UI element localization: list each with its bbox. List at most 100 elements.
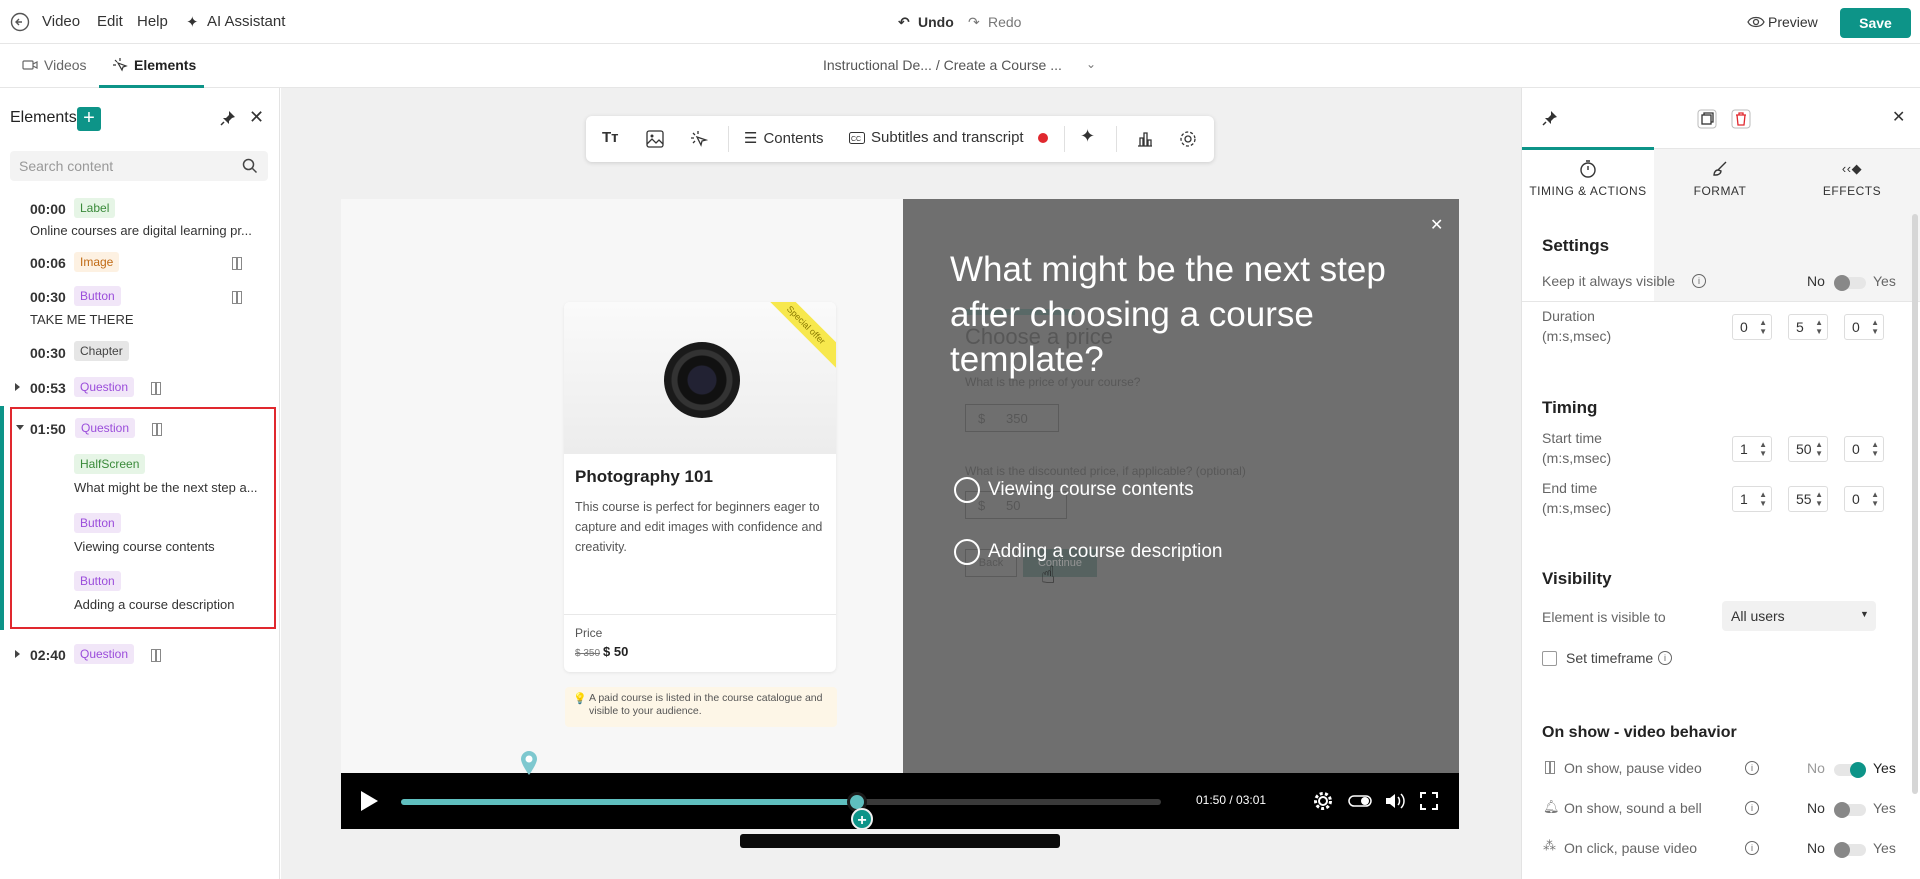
spin-arrows-icon[interactable]: ▲ ▼ <box>1871 318 1879 336</box>
close-icon[interactable]: ✕ <box>1892 107 1905 127</box>
spin-arrows-icon[interactable]: ▲ ▼ <box>1759 490 1767 508</box>
tab-timing-label: TIMING & ACTIONS <box>1529 184 1647 198</box>
brush-icon <box>1713 161 1727 176</box>
duplicate-icon[interactable] <box>1697 109 1717 129</box>
row-text[interactable]: Viewing course contents <box>74 539 215 554</box>
menu-edit[interactable]: Edit <box>97 13 123 30</box>
row-text[interactable]: What might be the next step a... <box>74 480 272 495</box>
pin-icon[interactable] <box>220 110 236 126</box>
end-time-label: End time (m:s,msec) <box>1542 480 1612 516</box>
scrollbar[interactable] <box>1912 214 1918 794</box>
pause-icon <box>150 382 162 395</box>
info-icon[interactable]: i <box>1745 841 1759 855</box>
radio-icon[interactable] <box>954 539 980 565</box>
bell-icon: 🔔︎ <box>1543 799 1560 814</box>
search-box[interactable]: Search content <box>10 151 268 181</box>
collapse-caret-icon[interactable] <box>16 425 24 430</box>
fullscreen-icon[interactable] <box>1420 792 1438 810</box>
end-msec-input[interactable]: 0 ▲ ▼ <box>1844 486 1884 512</box>
spin-value: 0 <box>1740 319 1748 335</box>
visible-to-select[interactable]: All users ▼ <box>1722 601 1876 631</box>
duration-msec-input[interactable]: 0 ▲ ▼ <box>1844 314 1884 340</box>
captions-toggle-icon[interactable] <box>1348 794 1372 808</box>
spin-arrows-icon[interactable]: ▲ ▼ <box>1871 490 1879 508</box>
spin-arrows-icon[interactable]: ▲ ▼ <box>1759 440 1767 458</box>
timeline-strip[interactable] <box>740 834 1060 848</box>
undo-button[interactable]: Undo <box>918 14 954 30</box>
settings-gear-icon[interactable] <box>1313 791 1333 811</box>
delete-trash-icon[interactable] <box>1731 109 1751 129</box>
redo-icon: ↷ <box>968 14 980 30</box>
answer-option[interactable]: Adding a course description <box>954 539 1222 565</box>
spin-arrows-icon[interactable]: ▲ ▼ <box>1759 318 1767 336</box>
subtitles-button[interactable]: CC Subtitles and transcript <box>849 129 1048 146</box>
radio-icon[interactable] <box>954 477 980 503</box>
no-label: No <box>1807 840 1825 856</box>
close-icon[interactable]: ✕ <box>249 107 264 128</box>
spin-arrows-icon[interactable]: ▲ ▼ <box>1815 490 1823 508</box>
settings-gear-icon[interactable] <box>1179 130 1197 148</box>
ai-assistant-button[interactable]: AI Assistant <box>207 13 285 30</box>
spin-arrows-icon[interactable]: ▲ ▼ <box>1815 440 1823 458</box>
volume-icon[interactable] <box>1384 791 1406 811</box>
spin-value: 1 <box>1740 441 1748 457</box>
svg-text:CC: CC <box>851 136 861 143</box>
spin-arrows-icon[interactable]: ▲ ▼ <box>1815 318 1823 336</box>
duration-minutes-input[interactable]: 0 ▲ ▼ <box>1732 314 1772 340</box>
play-icon[interactable] <box>358 789 380 813</box>
row-text[interactable]: Adding a course description <box>74 597 234 612</box>
duration-seconds-input[interactable]: 5 ▲ ▼ <box>1788 314 1828 340</box>
video-player[interactable]: Special offer Photography 101 This cours… <box>341 199 1459 829</box>
back-arrow-icon[interactable] <box>10 12 30 32</box>
start-time-label: Start time (m:s,msec) <box>1542 430 1612 466</box>
end-seconds-input[interactable]: 55 ▲ ▼ <box>1788 486 1828 512</box>
info-icon[interactable]: i <box>1745 801 1759 815</box>
no-label: No <box>1807 273 1825 289</box>
interaction-tool-icon[interactable] <box>690 130 708 148</box>
menu-video[interactable]: Video <box>42 13 80 30</box>
contents-button[interactable]: ☰ Contents <box>744 129 824 148</box>
info-icon[interactable]: i <box>1745 761 1759 775</box>
sound-bell-toggle[interactable] <box>1834 802 1866 818</box>
add-element-at-time-button[interactable]: + <box>851 808 873 830</box>
tab-videos[interactable]: Videos <box>22 57 87 73</box>
expand-caret-icon[interactable] <box>15 650 20 658</box>
type-badge: Question <box>74 644 135 664</box>
start-msec-input[interactable]: 0 ▲ ▼ <box>1844 436 1884 462</box>
answer-option[interactable]: Viewing course contents <box>954 477 1194 503</box>
start-minutes-input[interactable]: 1 ▲ ▼ <box>1732 436 1772 462</box>
tab-timing-actions[interactable]: TIMING & ACTIONS <box>1522 160 1654 198</box>
text-tool-icon[interactable]: Tт <box>602 129 619 146</box>
pause-video-toggle[interactable] <box>1834 762 1866 778</box>
breadcrumb[interactable]: Instructional De... / Create a Course ..… <box>823 57 1062 73</box>
keep-visible-toggle[interactable] <box>1834 275 1866 291</box>
expand-caret-icon[interactable] <box>15 383 20 391</box>
search-input[interactable]: Search content <box>19 158 113 174</box>
end-minutes-input[interactable]: 1 ▲ ▼ <box>1732 486 1772 512</box>
info-icon[interactable]: i <box>1692 274 1706 288</box>
ai-sparkle-icon[interactable]: ✦ <box>1080 126 1095 147</box>
image-tool-icon[interactable] <box>646 130 664 148</box>
chevron-down-icon[interactable]: ⌄ <box>1086 57 1096 71</box>
pin-icon[interactable] <box>1542 110 1558 126</box>
preview-button[interactable]: Preview <box>1768 14 1818 30</box>
search-icon[interactable] <box>242 158 258 174</box>
set-timeframe-checkbox[interactable] <box>1542 651 1557 666</box>
analytics-icon[interactable] <box>1136 130 1154 148</box>
click-pause-toggle[interactable] <box>1834 842 1866 858</box>
selected-item[interactable]: 01:50 Question HalfScreen What might be … <box>10 407 276 629</box>
price-value: $ 350 $ 50 <box>575 644 628 659</box>
start-seconds-input[interactable]: 50 ▲ ▼ <box>1788 436 1828 462</box>
tab-effects[interactable]: ‹‹◆ EFFECTS <box>1786 160 1918 198</box>
info-icon[interactable]: i <box>1658 651 1672 665</box>
add-element-button[interactable]: + <box>77 107 101 131</box>
tab-format[interactable]: FORMAT <box>1654 160 1786 198</box>
redo-button[interactable]: Redo <box>988 14 1021 30</box>
save-button[interactable]: Save <box>1840 8 1911 38</box>
spin-arrows-icon[interactable]: ▲ ▼ <box>1871 440 1879 458</box>
menu-help[interactable]: Help <box>137 13 168 30</box>
close-icon[interactable]: ✕ <box>1430 215 1443 235</box>
timeline-marker-icon[interactable] <box>519 750 539 776</box>
tab-elements[interactable]: Elements <box>112 57 196 73</box>
duration-label: Duration (m:s,msec) <box>1542 308 1612 344</box>
